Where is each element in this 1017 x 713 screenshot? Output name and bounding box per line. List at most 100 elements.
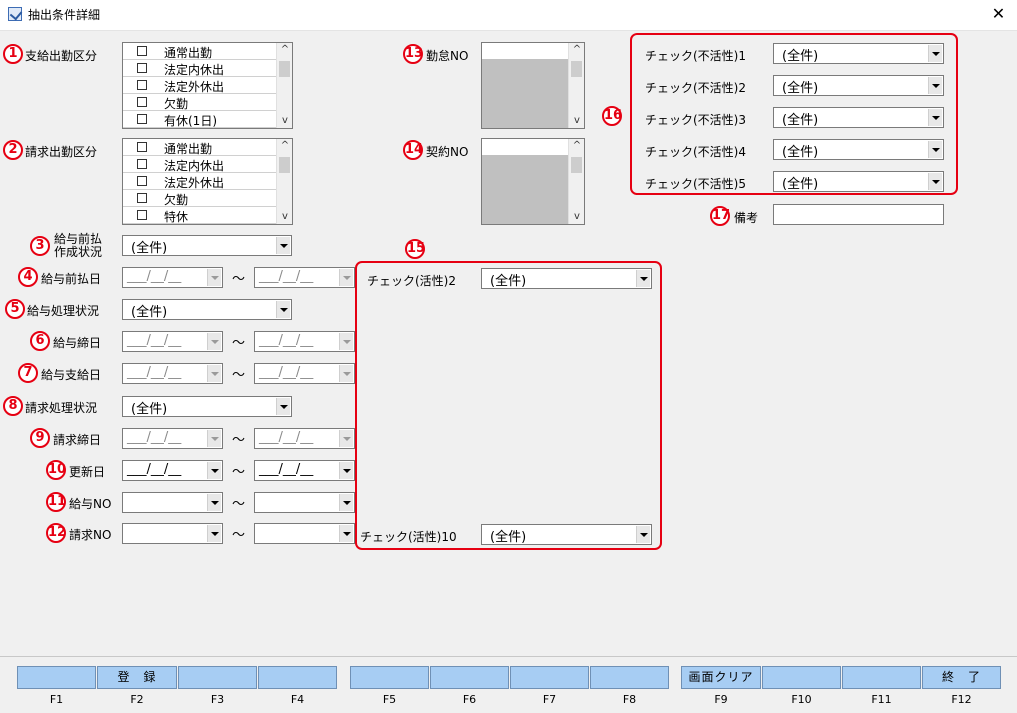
- checkbox[interactable]: [137, 80, 147, 90]
- scroll-thumb[interactable]: [279, 61, 290, 77]
- clear-screen-button[interactable]: 画面クリア: [681, 666, 761, 689]
- f11-from-select[interactable]: [122, 492, 223, 513]
- f2-item-2[interactable]: 法定外休出: [123, 173, 277, 190]
- chevron-down-icon[interactable]: [207, 430, 221, 447]
- checkbox[interactable]: [137, 159, 147, 169]
- chevron-down-icon[interactable]: [207, 365, 221, 382]
- scroll-down-icon[interactable]: v: [569, 210, 584, 224]
- f6-button[interactable]: [430, 666, 509, 689]
- f15-first-select[interactable]: (全件): [481, 268, 652, 289]
- checkbox[interactable]: [137, 114, 147, 124]
- f13-scrollbar[interactable]: ^ v: [568, 43, 584, 128]
- chevron-down-icon[interactable]: [928, 141, 942, 158]
- f2-item-3[interactable]: 欠勤: [123, 190, 277, 207]
- chevron-down-icon[interactable]: [928, 77, 942, 94]
- chevron-down-icon[interactable]: [276, 301, 290, 318]
- chevron-down-icon[interactable]: [928, 173, 942, 190]
- chevron-down-icon[interactable]: [276, 237, 290, 254]
- chevron-down-icon[interactable]: [276, 398, 290, 415]
- f2-scrollbar[interactable]: ^ v: [276, 139, 292, 224]
- f8-select[interactable]: (全件): [122, 396, 292, 417]
- f4-button[interactable]: [258, 666, 337, 689]
- remarks-input[interactable]: [773, 204, 944, 225]
- f16-check-2-select[interactable]: (全件): [773, 75, 944, 96]
- f1-button[interactable]: [17, 666, 96, 689]
- f1-checklist[interactable]: 通常出勤 法定内休出 法定外休出 欠勤 有休(1日) ^ v: [122, 42, 293, 129]
- chevron-down-icon[interactable]: [928, 109, 942, 126]
- checkbox[interactable]: [137, 63, 147, 73]
- f1-item-4[interactable]: 有休(1日): [123, 111, 277, 128]
- f3-select[interactable]: (全件): [122, 235, 292, 256]
- chevron-down-icon[interactable]: [339, 494, 353, 511]
- f9-date-from[interactable]: ___/__/__: [122, 428, 223, 449]
- f2-item-4[interactable]: 特休: [123, 207, 277, 224]
- f1-scrollbar[interactable]: ^ v: [276, 43, 292, 128]
- register-button[interactable]: 登 録: [97, 666, 177, 689]
- chevron-down-icon[interactable]: [339, 365, 353, 382]
- f6-date-to[interactable]: ___/__/__: [254, 331, 355, 352]
- chevron-down-icon[interactable]: [636, 270, 650, 287]
- scroll-up-icon[interactable]: ^: [277, 43, 292, 57]
- f1-item-0[interactable]: 通常出勤: [123, 43, 277, 60]
- f5-button[interactable]: [350, 666, 429, 689]
- chevron-down-icon[interactable]: [339, 525, 353, 542]
- f10-button[interactable]: [762, 666, 841, 689]
- checkbox[interactable]: [137, 193, 147, 203]
- exit-button[interactable]: 終 了: [922, 666, 1001, 689]
- f2-checklist[interactable]: 通常出勤 法定内休出 法定外休出 欠勤 特休 ^ v: [122, 138, 293, 225]
- f16-check-5-select[interactable]: (全件): [773, 171, 944, 192]
- f3-button[interactable]: [178, 666, 257, 689]
- chevron-down-icon[interactable]: [339, 462, 353, 479]
- f1-item-3[interactable]: 欠勤: [123, 94, 277, 111]
- f1-item-1[interactable]: 法定内休出: [123, 60, 277, 77]
- f5-select[interactable]: (全件): [122, 299, 292, 320]
- close-button[interactable]: ✕: [980, 0, 1017, 30]
- f7-date-from[interactable]: ___/__/__: [122, 363, 223, 384]
- f16-check-3-select[interactable]: (全件): [773, 107, 944, 128]
- f14-scrollbar[interactable]: ^ v: [568, 139, 584, 224]
- checkbox[interactable]: [137, 176, 147, 186]
- chevron-down-icon[interactable]: [339, 333, 353, 350]
- chevron-down-icon[interactable]: [339, 430, 353, 447]
- chevron-down-icon[interactable]: [339, 269, 353, 286]
- f2-item-0[interactable]: 通常出勤: [123, 139, 277, 156]
- f16-check-4-select[interactable]: (全件): [773, 139, 944, 160]
- checkbox[interactable]: [137, 210, 147, 220]
- chevron-down-icon[interactable]: [928, 45, 942, 62]
- scroll-down-icon[interactable]: v: [277, 114, 292, 128]
- chevron-down-icon[interactable]: [207, 462, 221, 479]
- f8-button[interactable]: [590, 666, 669, 689]
- f12-to-select[interactable]: [254, 523, 355, 544]
- f1-item-2[interactable]: 法定外休出: [123, 77, 277, 94]
- f10-date-from[interactable]: ___/__/__: [122, 460, 223, 481]
- scroll-down-icon[interactable]: v: [277, 210, 292, 224]
- checkbox[interactable]: [137, 97, 147, 107]
- f14-list[interactable]: ^ v: [481, 138, 585, 225]
- f13-list[interactable]: ^ v: [481, 42, 585, 129]
- chevron-down-icon[interactable]: [207, 269, 221, 286]
- f12-from-select[interactable]: [122, 523, 223, 544]
- f4-date-to[interactable]: ___/__/__: [254, 267, 355, 288]
- f11-button[interactable]: [842, 666, 921, 689]
- chevron-down-icon[interactable]: [636, 526, 650, 543]
- scroll-up-icon[interactable]: ^: [569, 139, 584, 153]
- chevron-down-icon[interactable]: [207, 494, 221, 511]
- f2-item-1[interactable]: 法定内休出: [123, 156, 277, 173]
- f7-date-to[interactable]: ___/__/__: [254, 363, 355, 384]
- f11-to-select[interactable]: [254, 492, 355, 513]
- chevron-down-icon[interactable]: [207, 333, 221, 350]
- chevron-down-icon[interactable]: [207, 525, 221, 542]
- f10-date-to[interactable]: ___/__/__: [254, 460, 355, 481]
- checkbox[interactable]: [137, 142, 147, 152]
- scroll-down-icon[interactable]: v: [569, 114, 584, 128]
- scroll-up-icon[interactable]: ^: [569, 43, 584, 57]
- scroll-thumb[interactable]: [279, 157, 290, 173]
- f9-date-to[interactable]: ___/__/__: [254, 428, 355, 449]
- f15-last-select[interactable]: (全件): [481, 524, 652, 545]
- scroll-thumb[interactable]: [571, 157, 582, 173]
- f7-button[interactable]: [510, 666, 589, 689]
- f6-date-from[interactable]: ___/__/__: [122, 331, 223, 352]
- f16-check-1-select[interactable]: (全件): [773, 43, 944, 64]
- checkbox[interactable]: [137, 46, 147, 56]
- scroll-thumb[interactable]: [571, 61, 582, 77]
